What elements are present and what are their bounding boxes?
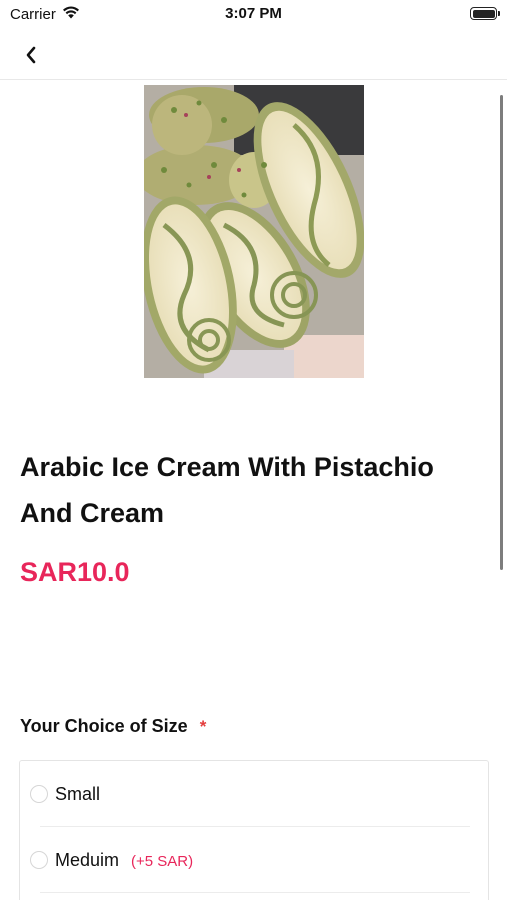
status-bar: Carrier 3:07 PM [0, 0, 507, 30]
option-label: Meduim (+5 SAR) [55, 849, 194, 870]
radio-button[interactable] [30, 851, 48, 869]
size-options-list: Small Meduim (+5 SAR) [19, 760, 489, 900]
navigation-bar [0, 30, 507, 80]
product-price: SAR10.0 [20, 557, 130, 587]
product-image [144, 85, 364, 378]
option-divider [40, 892, 470, 893]
chevron-left-icon [26, 46, 36, 64]
scroll-indicator[interactable] [500, 95, 503, 570]
back-button[interactable] [16, 40, 46, 70]
option-price-extra: (+5 SAR) [131, 852, 194, 870]
size-option-medium[interactable]: Meduim (+5 SAR) [20, 827, 490, 893]
option-label: Small [55, 783, 101, 804]
size-option-small[interactable]: Small [20, 761, 490, 827]
product-title: Arabic Ice Cream With Pistachio And Crea… [20, 452, 434, 528]
battery-icon [470, 7, 500, 20]
size-section-label: Your Choice of Size [20, 716, 188, 736]
radio-button[interactable] [30, 785, 48, 803]
status-time: 3:07 PM [225, 5, 282, 22]
required-marker: * [199, 717, 207, 736]
size-section-title: Your Choice of Size * [20, 716, 206, 737]
